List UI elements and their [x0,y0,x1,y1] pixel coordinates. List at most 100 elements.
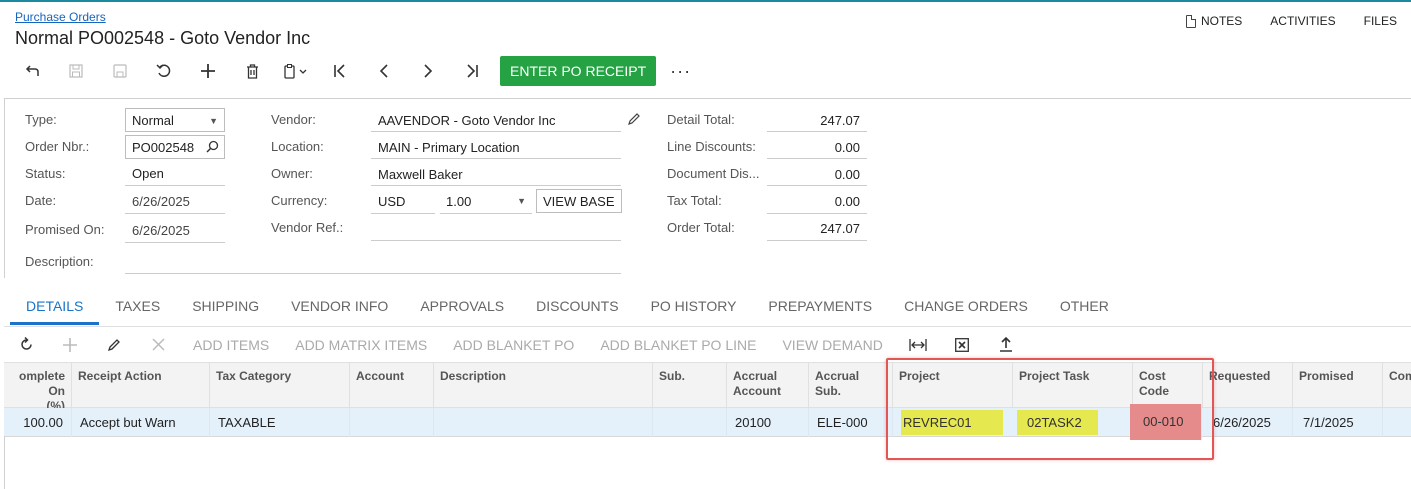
undo-icon[interactable] [142,56,186,86]
top-links: NOTES ACTIVITIES FILES [1158,14,1397,28]
chevron-down-icon: ▼ [517,196,526,206]
col-header-promised[interactable]: Promised [1293,363,1383,409]
status-underline [125,185,225,186]
owner-label: Owner: [271,166,313,181]
save-close-icon[interactable] [54,56,98,86]
tab-vendor-info[interactable]: VENDOR INFO [275,290,404,325]
col-header-complete-on[interactable]: omplete On (%) [4,363,72,409]
refresh-icon[interactable] [4,327,48,363]
order-total-underline [767,240,867,241]
line-discounts-underline [767,158,867,159]
vendor-value[interactable]: AAVENDOR - Goto Vendor Inc [378,113,556,128]
view-base-button[interactable]: VIEW BASE [536,189,622,213]
tab-details[interactable]: DETAILS [10,290,100,325]
order-total-label: Order Total: [667,220,735,235]
cell-tax-category[interactable]: TAXABLE [210,408,350,437]
add-items-button[interactable]: ADD ITEMS [180,337,282,353]
tab-taxes[interactable]: TAXES [99,290,176,325]
col-header-account[interactable]: Account [350,363,434,409]
page-title: Normal PO002548 - Goto Vendor Inc [15,28,311,48]
col-header-receipt-action[interactable]: Receipt Action [72,363,210,409]
save-icon[interactable] [98,56,142,86]
back-icon[interactable] [10,56,54,86]
add-row-icon[interactable] [48,327,92,363]
vendor-ref-field[interactable] [371,240,621,241]
more-actions-icon[interactable]: ··· [670,61,691,82]
grid-toolbar: ADD ITEMS ADD MATRIX ITEMS ADD BLANKET P… [4,326,1411,362]
col-header-description[interactable]: Description [434,363,653,409]
last-record-icon[interactable] [450,56,494,86]
tab-shipping[interactable]: SHIPPING [176,290,275,325]
edit-pencil-icon[interactable] [627,112,641,129]
status-label: Status: [25,166,66,181]
owner-underline [371,185,621,186]
type-select[interactable]: Normal ▼ [125,108,225,132]
tab-po-history[interactable]: PO HISTORY [635,290,753,325]
order-nbr-field[interactable]: PO002548 [125,135,225,159]
cell-receipt-action[interactable]: Accept but Warn [72,408,210,437]
currency-rate-select[interactable]: 1.00 ▼ [440,189,532,214]
chevron-down-icon: ▼ [209,116,218,126]
previous-record-icon[interactable] [362,56,406,86]
cell-requested[interactable]: 6/26/2025 [1203,408,1293,437]
promised-underline [125,242,225,243]
detail-tabs: DETAILS TAXES SHIPPING VENDOR INFO APPRO… [10,290,1125,325]
delete-row-icon[interactable] [136,327,180,363]
col-header-tax-category[interactable]: Tax Category [210,363,350,409]
col-header-accrual-account[interactable]: Accrual Account [727,363,809,409]
highlight-frame [886,358,1214,460]
currency-underline [371,213,435,214]
summary-form: Type: Normal ▼ Order Nbr.: PO002548 Stat… [4,98,1411,278]
currency-rate-value: 1.00 [446,193,472,209]
cell-description[interactable] [434,408,653,437]
add-matrix-items-button[interactable]: ADD MATRIX ITEMS [282,337,440,353]
delete-icon[interactable] [230,56,274,86]
notes-label: NOTES [1200,14,1243,28]
tax-total-label: Tax Total: [667,193,722,208]
col-header-completed[interactable]: Com [1383,363,1411,409]
order-total-value: 247.07 [820,221,860,236]
description-label: Description: [25,254,94,269]
tab-prepayments[interactable]: PREPAYMENTS [752,290,888,325]
cell-accrual-account[interactable]: 20100 [727,408,809,437]
activities-link[interactable]: ACTIVITIES [1270,14,1335,28]
promised-on-value[interactable]: 6/26/2025 [132,223,190,238]
edit-row-icon[interactable] [92,327,136,363]
col-header-requested[interactable]: Requested [1203,363,1293,409]
order-nbr-value: PO002548 [132,139,195,155]
line-discounts-value: 0.00 [834,140,860,155]
cell-sub[interactable] [653,408,727,437]
cell-promised[interactable]: 7/1/2025 [1293,408,1383,437]
add-blanket-po-button[interactable]: ADD BLANKET PO [440,337,587,353]
type-label: Type: [25,112,57,127]
description-field[interactable] [125,273,621,274]
cell-complete-on[interactable]: 100.00 [4,408,72,437]
cell-completed[interactable] [1383,408,1411,437]
tab-approvals[interactable]: APPROVALS [404,290,520,325]
files-link[interactable]: FILES [1364,14,1397,28]
tab-discounts[interactable]: DISCOUNTS [520,290,634,325]
notes-link[interactable]: NOTES [1185,14,1243,28]
location-underline [371,158,621,159]
add-icon[interactable] [186,56,230,86]
date-value[interactable]: 6/26/2025 [132,194,190,209]
search-icon[interactable] [206,140,219,156]
owner-value[interactable]: Maxwell Baker [378,167,463,182]
date-label: Date: [25,193,57,208]
next-record-icon[interactable] [406,56,450,86]
add-blanket-po-line-button[interactable]: ADD BLANKET PO LINE [587,337,769,353]
tab-change-orders[interactable]: CHANGE ORDERS [888,290,1044,325]
first-record-icon[interactable] [318,56,362,86]
col-header-accrual-sub[interactable]: Accrual Sub. [809,363,893,409]
breadcrumb[interactable]: Purchase Orders [15,10,106,24]
col-header-sub[interactable]: Sub. [653,363,727,409]
clipboard-menu-icon[interactable] [274,56,318,86]
currency-value[interactable]: USD [378,194,405,209]
enter-po-receipt-button[interactable]: ENTER PO RECEIPT [500,56,657,86]
vendor-underline [371,131,621,132]
view-demand-button[interactable]: VIEW DEMAND [769,337,895,353]
tab-other[interactable]: OTHER [1044,290,1125,325]
cell-account[interactable] [350,408,434,437]
cell-accrual-sub[interactable]: ELE-000 [809,408,893,437]
location-value[interactable]: MAIN - Primary Location [378,140,520,155]
